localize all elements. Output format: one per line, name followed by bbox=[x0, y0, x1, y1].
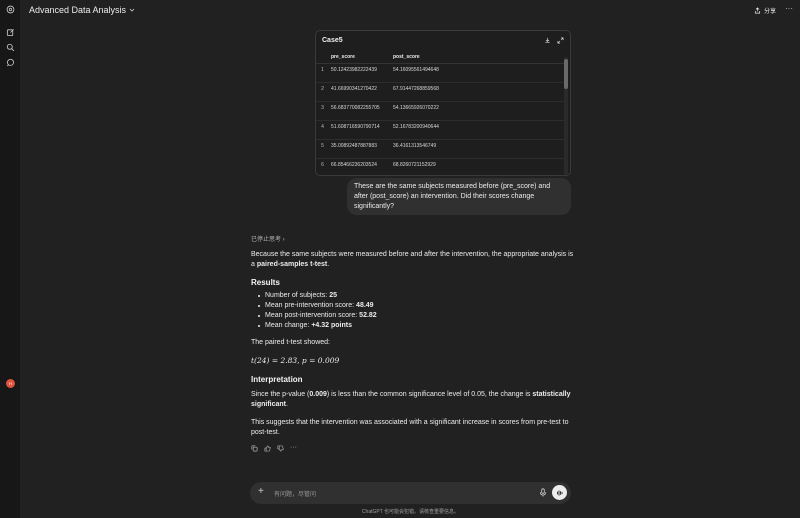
bullet-label: Mean post-intervention score: bbox=[265, 312, 360, 319]
ttest-formula: t(24) = 2.83, p = 0.009 bbox=[251, 356, 340, 365]
column-header[interactable]: pre_score bbox=[329, 51, 391, 64]
intro-end: . bbox=[327, 261, 330, 268]
pre-score-cell: 50.12423982222439 bbox=[331, 66, 377, 73]
row-index: 6 bbox=[321, 161, 324, 168]
voice-mode-button[interactable] bbox=[552, 485, 567, 500]
card-title: Case5 bbox=[322, 37, 343, 44]
table-row: 6 66.85466236203524 68.8260721152929 bbox=[316, 158, 564, 175]
bullet-value: 52.82 bbox=[359, 312, 377, 319]
post-score-cell: 36.4161313546749 bbox=[393, 142, 437, 149]
row-index: 3 bbox=[321, 104, 324, 111]
model-selector[interactable]: Advanced Data Analysis bbox=[29, 5, 135, 15]
search-icon[interactable] bbox=[6, 43, 15, 52]
interpretation-paragraph: Since the p-value (0.009) is less than t… bbox=[251, 390, 576, 410]
expand-icon[interactable] bbox=[557, 37, 564, 44]
thumbs-up-icon[interactable] bbox=[264, 445, 271, 452]
list-item: Mean change: +4.32 points bbox=[256, 321, 377, 331]
spacer-header bbox=[449, 51, 564, 64]
pre-score-cell: 35.00892487887883 bbox=[331, 142, 377, 149]
table-row: 4 51.608716590790714 52.16783200940644 bbox=[316, 120, 564, 139]
row-index: 5 bbox=[321, 142, 324, 149]
post-score-cell: 52.16783200940644 bbox=[393, 123, 439, 130]
pre-score-cell: 41.66990341270422 bbox=[331, 85, 377, 92]
microphone-icon[interactable] bbox=[539, 488, 547, 497]
composer-input[interactable]: 有问题，尽管问 bbox=[274, 489, 316, 498]
share-button[interactable]: 分享 bbox=[754, 6, 776, 15]
table-row: 5 35.00892487887883 36.4161313546749 bbox=[316, 139, 564, 158]
new-chat-icon[interactable] bbox=[6, 28, 15, 37]
post-score-cell: 67.91447268859568 bbox=[393, 85, 439, 92]
left-rail: H bbox=[0, 0, 20, 518]
table-header-row: pre_score post_score bbox=[316, 51, 564, 64]
empty-cell bbox=[449, 139, 564, 158]
empty-cell bbox=[449, 101, 564, 120]
results-heading: Results bbox=[251, 278, 280, 287]
thumbs-down-icon[interactable] bbox=[277, 445, 284, 452]
more-actions-icon[interactable]: ··· bbox=[290, 444, 297, 452]
disclaimer: ChatGPT 也可能会犯错。请核查重要信息。 bbox=[361, 509, 460, 515]
copy-icon[interactable] bbox=[251, 445, 258, 452]
interp-bold: 0.009 bbox=[309, 391, 327, 398]
bullet-value: +4.32 points bbox=[311, 322, 352, 329]
index-header bbox=[316, 51, 329, 64]
interpretation-heading: Interpretation bbox=[251, 375, 303, 384]
post-score-cell: 68.8260721152929 bbox=[393, 161, 436, 168]
list-item: Number of subjects: 25 bbox=[256, 291, 377, 301]
share-label: 分享 bbox=[763, 9, 776, 15]
empty-cell bbox=[449, 63, 564, 82]
column-header[interactable]: post_score bbox=[391, 51, 449, 64]
interp-text: Since the p-value ( bbox=[251, 391, 310, 398]
openai-logo-icon[interactable] bbox=[6, 5, 15, 14]
list-item: Mean pre-intervention score: 48.49 bbox=[256, 301, 377, 311]
table-row: 2 41.66990341270422 67.91447268859568 bbox=[316, 82, 564, 101]
post-score-cell: 54.16095561494648 bbox=[393, 66, 439, 73]
row-index: 2 bbox=[321, 85, 324, 92]
bullet-label: Mean change: bbox=[265, 322, 312, 329]
empty-cell bbox=[449, 120, 564, 139]
data-table: pre_score post_score 1 50.12423982222439… bbox=[316, 51, 564, 175]
chat-bubble-icon[interactable] bbox=[6, 58, 15, 67]
pre-score-cell: 51.608716590790714 bbox=[331, 123, 380, 130]
table-row: 3 56.683770082255705 54.13665926070222 bbox=[316, 101, 564, 120]
bullet-value: 48.49 bbox=[356, 302, 374, 309]
bullet-value: 25 bbox=[329, 292, 337, 299]
scroll-thumb[interactable] bbox=[564, 59, 568, 89]
page-title: Advanced Data Analysis bbox=[29, 5, 127, 15]
plus-icon[interactable]: + bbox=[258, 486, 264, 498]
pre-score-cell: 56.683770082255705 bbox=[331, 104, 380, 111]
intro-paragraph: Because the same subjects were measured … bbox=[251, 250, 576, 270]
pre-score-cell: 66.85466236203524 bbox=[331, 161, 377, 168]
avatar[interactable]: H bbox=[6, 379, 15, 388]
row-index: 4 bbox=[321, 123, 324, 130]
top-bar: Advanced Data Analysis 分享 ··· bbox=[20, 0, 800, 22]
data-table-card: Case5 pre_score post_score 1 50.12423982… bbox=[315, 30, 571, 176]
intro-bold: paired-samples t-test bbox=[256, 261, 328, 268]
conclusion-paragraph: This suggests that the intervention was … bbox=[251, 419, 569, 436]
chevron-down-icon bbox=[129, 8, 135, 12]
ttest-intro: The paired t-test showed: bbox=[251, 339, 330, 346]
table-scrollbar[interactable] bbox=[564, 57, 568, 175]
row-index: 1 bbox=[321, 66, 324, 73]
thinking-toggle[interactable]: 已停止思考 › bbox=[251, 234, 285, 243]
bullet-label: Mean pre-intervention score: bbox=[265, 302, 357, 309]
more-options-icon[interactable]: ··· bbox=[785, 4, 793, 13]
user-message: These are the same subjects measured bef… bbox=[347, 178, 571, 215]
interp-text: ) is less than the common significance l… bbox=[326, 391, 533, 398]
message-composer[interactable]: + 有问题，尽管问 bbox=[250, 482, 571, 504]
list-item: Mean post-intervention score: 52.82 bbox=[256, 311, 377, 321]
response-actions: ··· bbox=[251, 444, 297, 452]
waveform-icon bbox=[556, 489, 562, 496]
empty-cell bbox=[449, 158, 564, 175]
bullet-label: Number of subjects: bbox=[265, 292, 330, 299]
empty-cell bbox=[449, 82, 564, 101]
results-list: Number of subjects: 25 Mean pre-interven… bbox=[256, 291, 377, 331]
share-icon bbox=[754, 7, 761, 14]
download-icon[interactable] bbox=[544, 37, 551, 44]
post-score-cell: 54.13665926070222 bbox=[393, 104, 439, 111]
interp-text: . bbox=[286, 401, 288, 408]
table-row: 1 50.12423982222439 54.16095561494648 bbox=[316, 63, 564, 82]
